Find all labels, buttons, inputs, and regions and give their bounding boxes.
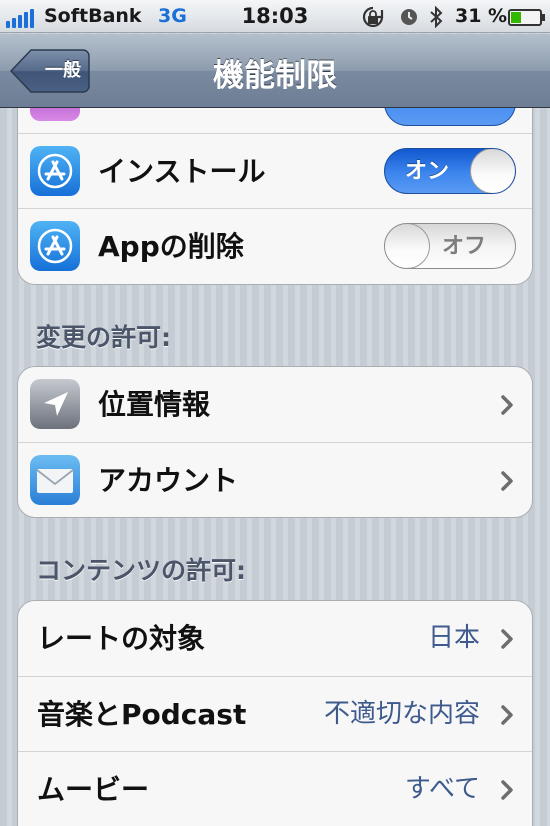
- movies-row[interactable]: ムービー すべて: [18, 751, 532, 826]
- content-section-header: コンテンツの許可:: [36, 556, 246, 585]
- install-label: インストール: [98, 155, 266, 188]
- chevron-right-icon: [501, 780, 513, 800]
- chevron-right-icon: [501, 471, 513, 491]
- location-label: 位置情報: [98, 388, 211, 421]
- allow-group: インストール オン Appの削除 オフ: [17, 108, 533, 285]
- chevron-right-icon: [501, 705, 513, 725]
- delete-app-toggle[interactable]: オフ: [384, 223, 516, 269]
- delete-app-label: Appの削除: [98, 230, 244, 263]
- install-toggle-text: オン: [405, 159, 450, 184]
- chevron-right-icon: [501, 629, 513, 649]
- clipped-switch: [384, 108, 516, 126]
- movies-value: すべて: [404, 774, 480, 804]
- battery-percent: 31 %: [455, 5, 508, 27]
- music-podcast-row[interactable]: 音楽とPodcast 不適切な内容: [18, 676, 532, 751]
- page-title: 機能制限: [213, 58, 337, 94]
- movies-label: ムービー: [37, 773, 150, 806]
- install-row: インストール オン: [18, 133, 532, 208]
- toggle-knob: [470, 149, 515, 193]
- clipped-previous-cell: [18, 108, 532, 133]
- delete-app-toggle-text: オフ: [442, 234, 487, 259]
- chevron-right-icon: [501, 395, 513, 415]
- content-group: レートの対象 日本 音楽とPodcast 不適切な内容 ムービー すべて: [17, 600, 533, 826]
- changes-group: 位置情報 アカウント: [17, 366, 533, 518]
- navigation-bar: 一般 機能制限: [0, 34, 550, 108]
- ratings-region-label: レートの対象: [37, 622, 206, 655]
- music-podcast-value: 不適切な内容: [323, 699, 480, 729]
- rotation-lock-icon: [362, 6, 384, 28]
- clipped-app-icon: [30, 108, 80, 121]
- bluetooth-icon: [430, 5, 443, 29]
- install-toggle[interactable]: オン: [384, 148, 516, 194]
- delete-app-row: Appの削除 オフ: [18, 208, 532, 283]
- ratings-region-row[interactable]: レートの対象 日本: [18, 601, 532, 676]
- app-store-icon: [30, 221, 80, 271]
- toggle-knob: [385, 224, 430, 268]
- accounts-row[interactable]: アカウント: [18, 442, 532, 517]
- mail-icon: [30, 455, 80, 505]
- location-row[interactable]: 位置情報: [18, 367, 532, 442]
- location-arrow-icon: [30, 379, 80, 429]
- status-bar: SoftBank 3G 18:03 31 %: [0, 0, 550, 33]
- alarm-clock-icon: [401, 9, 417, 25]
- accounts-label: アカウント: [98, 464, 239, 497]
- app-store-icon: [30, 146, 80, 196]
- ratings-region-value: 日本: [427, 623, 480, 653]
- battery-icon: [508, 9, 545, 26]
- music-podcast-label: 音楽とPodcast: [37, 698, 247, 731]
- changes-section-header: 変更の許可:: [36, 323, 171, 352]
